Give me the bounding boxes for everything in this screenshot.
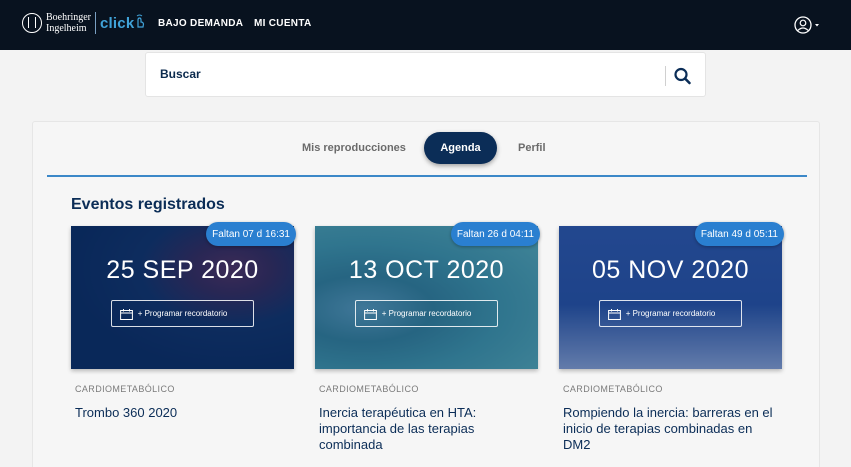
countdown-badge: Faltan 26 d 04:11 [450,222,540,246]
event-thumbnail-overlay [559,226,782,369]
schedule-reminder-label: + Programar recordatorio [137,309,228,318]
company-name: Boehringer Ingelheim [46,12,91,34]
user-menu-button[interactable] [793,15,821,35]
caret-down-icon [815,24,819,27]
countdown-badge: Faltan 49 d 05:11 [694,222,784,246]
company-name-line2: Ingelheim [46,23,87,34]
calendar-icon [608,309,621,320]
event-title[interactable]: Inercia terapéutica en HTA: importancia … [319,405,531,453]
schedule-reminder-button[interactable]: + Programar recordatorio [111,300,254,327]
calendar-icon [120,309,133,320]
brand-logo[interactable]: Boehringer Ingelheim click [22,12,145,34]
event-category: CARDIOMETABÓLICO [319,384,419,394]
schedule-reminder-button[interactable]: + Programar recordatorio [599,300,742,327]
nav-link-on-demand[interactable]: BAJO DEMANDA [158,18,243,29]
event-card: 13 OCT 2020 + Programar recordatorio Fal… [315,222,540,466]
event-thumbnail[interactable]: 05 NOV 2020 + Programar recordatorio [559,226,782,369]
logo-divider [95,12,96,34]
pointer-hand-icon [137,14,145,28]
calendar-icon [364,309,377,320]
search-divider [665,66,666,86]
product-name: click [100,14,135,32]
tab-profile[interactable]: Perfil [518,142,546,154]
section-title: Eventos registrados [71,196,225,213]
event-date: 13 OCT 2020 [348,256,505,284]
event-category: CARDIOMETABÓLICO [75,384,175,394]
event-thumbnail[interactable]: 25 SEP 2020 + Programar recordatorio [71,226,294,369]
event-title[interactable]: Rompiendo la inercia: barreras en el ini… [563,405,775,453]
search-icon [674,67,691,85]
tabs-underline [47,175,807,177]
event-title[interactable]: Trombo 360 2020 [75,405,287,421]
countdown-badge: Faltan 07 d 16:31 [206,222,296,246]
event-card: 25 SEP 2020 + Programar recordatorio Fal… [71,222,296,466]
schedule-reminder-label: + Programar recordatorio [381,309,472,318]
event-thumbnail-overlay [315,226,538,369]
events-panel: Mis reproducciones Agenda Perfil Eventos… [32,121,820,467]
event-date: 25 SEP 2020 [106,256,259,284]
user-circle-icon [794,16,812,34]
search-button[interactable] [672,66,694,86]
tab-my-playbacks[interactable]: Mis reproducciones [302,142,406,154]
search-bar [145,52,706,97]
search-input[interactable] [160,67,640,81]
nav-link-my-account[interactable]: MI CUENTA [254,18,312,29]
event-thumbnail-overlay [71,226,294,369]
event-card: 05 NOV 2020 + Programar recordatorio Fal… [559,222,784,466]
top-navbar: Boehringer Ingelheim click BAJO DEMANDA … [0,0,851,50]
company-logo-icon [22,13,42,33]
company-name-line1: Boehringer [46,12,91,23]
event-date: 05 NOV 2020 [592,256,749,284]
schedule-reminder-label: + Programar recordatorio [625,309,716,318]
schedule-reminder-button[interactable]: + Programar recordatorio [355,300,498,327]
event-category: CARDIOMETABÓLICO [563,384,663,394]
tab-agenda[interactable]: Agenda [424,132,497,164]
event-thumbnail[interactable]: 13 OCT 2020 + Programar recordatorio [315,226,538,369]
